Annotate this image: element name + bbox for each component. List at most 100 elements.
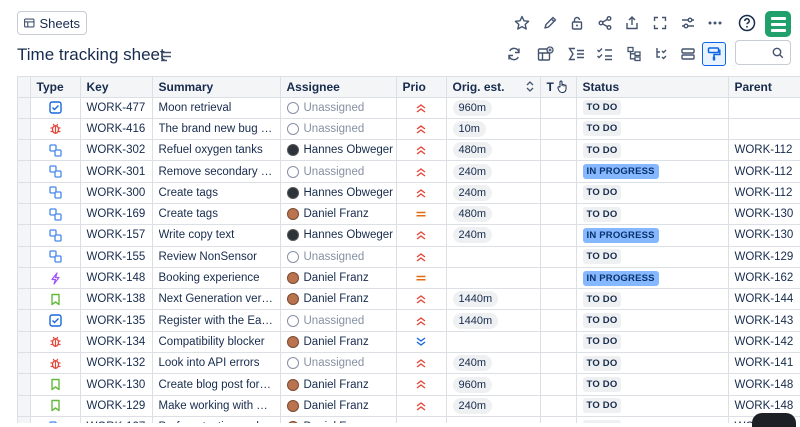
priority-cell[interactable]: [396, 331, 447, 354]
t-cell[interactable]: [540, 331, 577, 354]
orig-est-cell[interactable]: 240m: [446, 182, 541, 204]
column-header-type[interactable]: Type: [30, 77, 81, 98]
assignee-cell[interactable]: Daniel Franz: [280, 288, 397, 311]
priority-cell[interactable]: [396, 373, 447, 396]
priority-cell[interactable]: [396, 224, 447, 247]
row-handle[interactable]: [18, 373, 31, 396]
search-input[interactable]: [735, 40, 791, 65]
status-cell[interactable]: TO DO: [576, 373, 729, 396]
assignee-cell[interactable]: Daniel Franz: [280, 395, 397, 417]
priority-cell[interactable]: [396, 203, 447, 226]
checklist-icon[interactable]: [593, 42, 617, 66]
priority-cell[interactable]: [396, 97, 447, 119]
type-cell[interactable]: [30, 309, 81, 332]
t-cell[interactable]: [540, 182, 577, 204]
priority-cell[interactable]: [396, 160, 447, 183]
assignee-cell[interactable]: Unassigned: [280, 352, 397, 375]
summary-cell[interactable]: Review NonSensor: [152, 246, 281, 268]
row-handle[interactable]: [18, 139, 31, 162]
row-handle[interactable]: [18, 118, 31, 141]
parent-cell[interactable]: WORK-130: [728, 224, 800, 247]
row-handle[interactable]: [18, 288, 31, 311]
status-cell[interactable]: TO DO: [576, 288, 729, 311]
status-cell[interactable]: TO DO: [576, 203, 729, 226]
assignee-cell[interactable]: Daniel Franz: [280, 331, 397, 354]
orig-est-cell[interactable]: 240m: [446, 160, 541, 183]
t-cell[interactable]: [540, 309, 577, 332]
sort-arrows-icon[interactable]: [526, 81, 534, 93]
type-cell[interactable]: [30, 352, 81, 375]
key-cell[interactable]: WORK-135: [80, 309, 153, 332]
status-cell[interactable]: IN PROGRESS: [576, 224, 729, 247]
status-cell[interactable]: TO DO: [576, 246, 729, 268]
parent-cell[interactable]: WORK-112: [728, 160, 800, 183]
key-cell[interactable]: WORK-300: [80, 182, 153, 204]
assignee-cell[interactable]: Daniel Franz: [280, 416, 397, 423]
row-handle[interactable]: [18, 203, 31, 226]
assignee-cell[interactable]: Unassigned: [280, 97, 397, 119]
status-cell[interactable]: TO DO: [576, 97, 729, 119]
parent-cell[interactable]: WORK-112: [728, 182, 800, 204]
assignee-cell[interactable]: Unassigned: [280, 246, 397, 268]
priority-cell[interactable]: [396, 267, 447, 290]
status-cell[interactable]: TO DO: [576, 118, 729, 141]
summary-cell[interactable]: Make working with our …: [152, 395, 281, 417]
parent-cell[interactable]: [728, 97, 800, 119]
assignee-cell[interactable]: Unassigned: [280, 309, 397, 332]
row-handle[interactable]: [18, 182, 31, 204]
summary-cell[interactable]: Compatibility blocker: [152, 331, 281, 354]
t-cell[interactable]: [540, 224, 577, 247]
t-cell[interactable]: [540, 97, 577, 119]
table-row[interactable]: WORK-132 Look into API errors Unassigned…: [18, 352, 800, 375]
settings-sliders-icon[interactable]: [676, 11, 700, 35]
t-cell[interactable]: [540, 203, 577, 226]
row-handle[interactable]: [18, 267, 31, 290]
status-cell[interactable]: TO DO: [576, 352, 729, 375]
star-icon[interactable]: [510, 11, 534, 35]
type-cell[interactable]: [30, 160, 81, 183]
type-cell[interactable]: [30, 246, 81, 268]
row-handle[interactable]: [18, 352, 31, 375]
key-cell[interactable]: WORK-169: [80, 203, 153, 226]
row-handle[interactable]: [18, 309, 31, 332]
key-cell[interactable]: WORK-148: [80, 267, 153, 290]
share-icon[interactable]: [593, 11, 617, 35]
key-cell[interactable]: WORK-301: [80, 160, 153, 183]
status-cell[interactable]: TO DO: [576, 139, 729, 162]
status-cell[interactable]: TO DO: [576, 182, 729, 204]
column-header-status[interactable]: Status: [576, 77, 729, 98]
assignee-cell[interactable]: Hannes Obweger: [280, 139, 397, 162]
status-cell[interactable]: IN PROGRESS: [576, 160, 729, 183]
priority-cell[interactable]: [396, 182, 447, 204]
key-cell[interactable]: WORK-134: [80, 331, 153, 354]
summary-cell[interactable]: Register with the Earth…: [152, 309, 281, 332]
orig-est-cell[interactable]: [446, 267, 541, 290]
table-row[interactable]: WORK-130 Create blog post for Sa… Daniel…: [18, 373, 800, 396]
summary-cell[interactable]: Create tags: [152, 182, 281, 204]
hierarchy-icon[interactable]: [622, 42, 646, 66]
row-handle[interactable]: [18, 224, 31, 247]
summary-cell[interactable]: Create blog post for Sa…: [152, 373, 281, 396]
priority-cell[interactable]: [396, 416, 447, 423]
assignee-cell[interactable]: Hannes Obweger: [280, 224, 397, 247]
fullscreen-icon[interactable]: [648, 11, 672, 35]
key-cell[interactable]: WORK-138: [80, 288, 153, 311]
type-cell[interactable]: [30, 267, 81, 290]
assignee-cell[interactable]: Daniel Franz: [280, 267, 397, 290]
key-cell[interactable]: WORK-132: [80, 352, 153, 375]
assignee-cell[interactable]: Unassigned: [280, 118, 397, 141]
app-logo-icon[interactable]: [765, 11, 791, 37]
refresh-icon[interactable]: [502, 42, 526, 66]
t-cell[interactable]: [540, 160, 577, 183]
sum-icon[interactable]: [565, 42, 589, 66]
column-header-assignee[interactable]: Assignee: [280, 77, 397, 98]
orig-est-cell[interactable]: 960m: [446, 97, 541, 119]
menu-lines-icon[interactable]: [160, 49, 172, 67]
row-handle[interactable]: [18, 416, 31, 423]
t-cell[interactable]: [540, 246, 577, 268]
orig-est-cell[interactable]: 480m: [446, 139, 541, 162]
type-cell[interactable]: [30, 97, 81, 119]
table-row[interactable]: WORK-138 Next Generation versio… Daniel …: [18, 288, 800, 311]
priority-cell[interactable]: [396, 246, 447, 268]
t-cell[interactable]: [540, 395, 577, 417]
